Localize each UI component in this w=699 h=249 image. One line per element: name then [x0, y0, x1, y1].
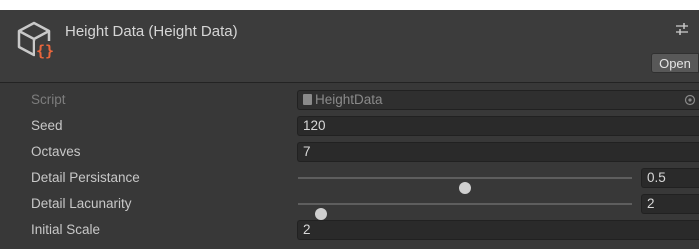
script-value: HeightData	[315, 92, 383, 107]
detail-persistance-label: Detail Persistance	[31, 170, 140, 185]
seed-input[interactable]: 120	[297, 116, 699, 136]
script-label: Script	[31, 92, 66, 107]
initial-scale-label: Initial Scale	[31, 222, 101, 237]
script-object-field: HeightData	[297, 90, 699, 110]
octaves-row: Octaves 7	[0, 141, 699, 163]
object-picker-icon	[684, 94, 696, 106]
detail-lacunarity-label: Detail Lacunarity	[31, 196, 132, 211]
initial-scale-input[interactable]: 2	[297, 220, 699, 240]
open-button[interactable]: Open	[651, 53, 699, 73]
initial-scale-row: Initial Scale 2	[0, 219, 699, 241]
detail-lacunarity-input[interactable]: 2	[641, 194, 699, 214]
inspector-header: {} Height Data (Height Data) Open	[0, 10, 699, 83]
detail-persistance-row: Detail Persistance 0.5	[0, 167, 699, 194]
octaves-label: Octaves	[31, 144, 81, 159]
detail-lacunarity-row: Detail Lacunarity 2	[0, 193, 699, 220]
detail-persistance-slider[interactable]	[298, 177, 632, 194]
inspector-title: Height Data (Height Data)	[65, 23, 238, 40]
seed-label: Seed	[31, 118, 63, 133]
scriptable-object-icon: {}	[17, 21, 55, 60]
inspector-panel: {} Height Data (Height Data) Open Script…	[0, 10, 699, 249]
detail-persistance-input[interactable]: 0.5	[641, 168, 699, 188]
script-row: Script HeightData	[0, 89, 699, 111]
detail-lacunarity-slider[interactable]	[298, 203, 632, 220]
svg-text:{}: {}	[36, 42, 54, 60]
script-icon	[303, 94, 312, 105]
seed-row: Seed 120	[0, 115, 699, 137]
settings-sliders-icon[interactable]	[675, 22, 689, 36]
octaves-input[interactable]: 7	[297, 142, 699, 162]
